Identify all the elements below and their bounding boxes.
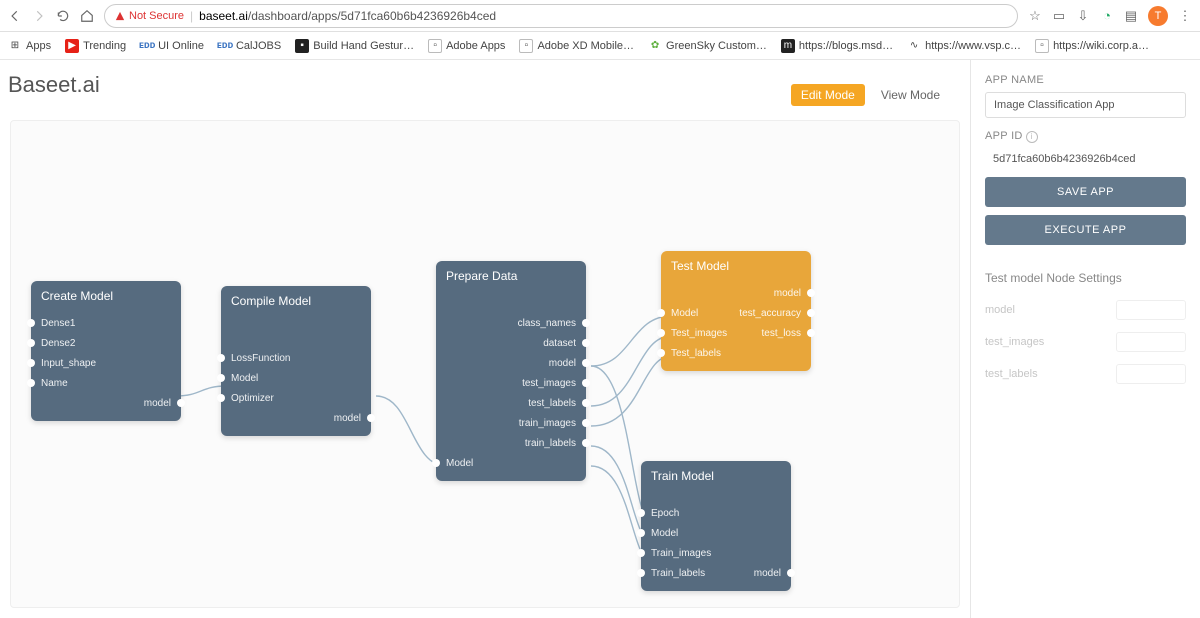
extension-icon-2[interactable]: ⇩ bbox=[1076, 9, 1090, 23]
port-in[interactable]: Model bbox=[641, 523, 791, 543]
port-in[interactable]: Dense2 bbox=[31, 333, 181, 353]
port-out[interactable]: model bbox=[661, 283, 811, 303]
app-id-value: 5d71fca60b6b4236926b4ced bbox=[985, 149, 1186, 177]
node-title: Create Model bbox=[31, 281, 181, 309]
port-in[interactable]: LossFunction bbox=[221, 348, 371, 368]
bookmark-greensky[interactable]: ✿GreenSky Custom… bbox=[648, 39, 767, 53]
port-in[interactable]: Model bbox=[221, 368, 371, 388]
port-in[interactable]: Epoch bbox=[641, 503, 791, 523]
properties-sidebar: APP NAME APP IDi 5d71fca60b6b4236926b4ce… bbox=[970, 60, 1200, 618]
extension-icon-1[interactable]: ▭ bbox=[1052, 9, 1066, 23]
back-icon[interactable] bbox=[8, 9, 22, 23]
bookmark-build-hand[interactable]: ▪Build Hand Gestur… bbox=[295, 39, 414, 53]
reload-icon[interactable] bbox=[56, 9, 70, 23]
node-settings-title: Test model Node Settings bbox=[985, 271, 1186, 285]
bookmark-adobe-apps[interactable]: ▫Adobe Apps bbox=[428, 39, 505, 53]
bookmark-adobe-xd[interactable]: ▫Adobe XD Mobile… bbox=[519, 39, 634, 53]
node-title: Train Model bbox=[641, 461, 791, 489]
bookmarks-bar: ⊞Apps ▶Trending ᴇᴅᴅUI Online ᴇᴅᴅCalJOBS … bbox=[0, 32, 1200, 60]
setting-row: model bbox=[985, 297, 1186, 323]
node-title: Test Model bbox=[661, 251, 811, 279]
app-name-label: APP NAME bbox=[985, 74, 1186, 86]
port-out[interactable]: test_labels bbox=[436, 393, 586, 413]
bookmark-apps[interactable]: ⊞Apps bbox=[8, 39, 51, 53]
port-out[interactable]: model bbox=[221, 408, 371, 428]
port-out[interactable]: train_labels bbox=[436, 433, 586, 453]
node-canvas[interactable]: Create Model Dense1 Dense2 Input_shape N… bbox=[10, 120, 960, 608]
mode-toggle: Edit Mode View Mode bbox=[791, 84, 950, 106]
port-out[interactable]: test_images bbox=[436, 373, 586, 393]
bookmark-caljobs[interactable]: ᴇᴅᴅCalJOBS bbox=[218, 39, 281, 53]
bookmark-wiki-corp[interactable]: ▫https://wiki.corp.a… bbox=[1035, 39, 1149, 53]
url-bar[interactable]: Not Secure | baseet.ai/dashboard/apps/5d… bbox=[104, 4, 1018, 28]
extension-icon-4[interactable]: ▤ bbox=[1124, 9, 1138, 23]
port-out[interactable]: train_images bbox=[436, 413, 586, 433]
port-pair[interactable]: Test_imagestest_loss bbox=[661, 323, 811, 343]
node-create-model[interactable]: Create Model Dense1 Dense2 Input_shape N… bbox=[31, 281, 181, 421]
extension-icon-3[interactable]: ◔ bbox=[1100, 9, 1114, 23]
node-title: Compile Model bbox=[221, 286, 371, 314]
node-train-model[interactable]: Train Model Epoch Model Train_images Tra… bbox=[641, 461, 791, 591]
info-icon[interactable]: i bbox=[1026, 131, 1038, 143]
port-in[interactable]: Model bbox=[436, 453, 586, 473]
save-app-button[interactable]: SAVE APP bbox=[985, 177, 1186, 207]
node-compile-model[interactable]: Compile Model LossFunction Model Optimiz… bbox=[221, 286, 371, 436]
home-icon[interactable] bbox=[80, 9, 94, 23]
node-test-model[interactable]: Test Model model Modeltest_accuracy Test… bbox=[661, 251, 811, 371]
url-text: baseet.ai/dashboard/apps/5d71fca60b6b423… bbox=[199, 9, 496, 23]
bookmark-blogs-msd[interactable]: mhttps://blogs.msd… bbox=[781, 39, 893, 53]
bookmark-ui-online[interactable]: ᴇᴅᴅUI Online bbox=[140, 39, 204, 53]
view-mode-button[interactable]: View Mode bbox=[871, 84, 950, 106]
setting-row: test_labels bbox=[985, 361, 1186, 387]
port-out[interactable]: model bbox=[31, 393, 181, 413]
port-pair[interactable]: Modeltest_accuracy bbox=[661, 303, 811, 323]
execute-app-button[interactable]: EXECUTE APP bbox=[985, 215, 1186, 245]
port-in[interactable]: Dense1 bbox=[31, 313, 181, 333]
canvas-area: Baseet.ai Edit Mode View Mode Create Mod… bbox=[0, 60, 970, 618]
edit-mode-button[interactable]: Edit Mode bbox=[791, 84, 865, 106]
port-in[interactable]: Test_labels bbox=[661, 343, 811, 363]
bookmark-trending[interactable]: ▶Trending bbox=[65, 39, 126, 53]
forward-icon[interactable] bbox=[32, 9, 46, 23]
node-title: Prepare Data bbox=[436, 261, 586, 289]
port-out[interactable]: class_names bbox=[436, 313, 586, 333]
node-prepare-data[interactable]: Prepare Data class_names dataset model t… bbox=[436, 261, 586, 481]
setting-row: test_images bbox=[985, 329, 1186, 355]
setting-field[interactable] bbox=[1116, 332, 1186, 352]
star-icon[interactable]: ☆ bbox=[1028, 9, 1042, 23]
port-in[interactable]: Input_shape bbox=[31, 353, 181, 373]
port-out[interactable]: dataset bbox=[436, 333, 586, 353]
port-in[interactable]: Name bbox=[31, 373, 181, 393]
setting-field[interactable] bbox=[1116, 364, 1186, 384]
app-name-input[interactable] bbox=[985, 92, 1186, 118]
setting-field[interactable] bbox=[1116, 300, 1186, 320]
bookmark-vsp[interactable]: ∿https://www.vsp.c… bbox=[907, 39, 1021, 53]
brand-logo: Baseet.ai bbox=[8, 72, 100, 98]
not-secure-badge: Not Secure bbox=[115, 10, 184, 22]
port-in[interactable]: Train_images bbox=[641, 543, 791, 563]
browser-toolbar: Not Secure | baseet.ai/dashboard/apps/5d… bbox=[0, 0, 1200, 32]
menu-icon[interactable]: ⋮ bbox=[1178, 9, 1192, 23]
port-pair[interactable]: Train_labelsmodel bbox=[641, 563, 791, 583]
port-out[interactable]: model bbox=[436, 353, 586, 373]
port-in[interactable]: Optimizer bbox=[221, 388, 371, 408]
app-id-label: APP IDi bbox=[985, 130, 1186, 143]
profile-avatar[interactable]: T bbox=[1148, 6, 1168, 26]
